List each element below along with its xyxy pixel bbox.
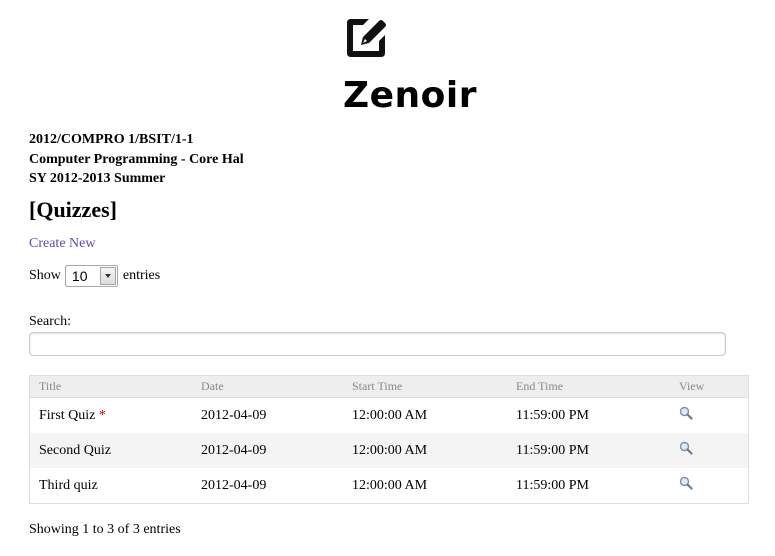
- brand-name: Zenoir: [343, 75, 477, 116]
- course-code: 2012/COMPRO 1/BSIT/1-1: [29, 132, 194, 147]
- view-cell: [670, 433, 749, 468]
- quiz-title-cell: Third quiz: [30, 468, 193, 504]
- column-header-end-time[interactable]: End Time: [507, 375, 670, 398]
- magnifier-icon[interactable]: [679, 406, 693, 420]
- column-header-view[interactable]: View: [670, 375, 749, 398]
- course-term: SY 2012-2013 Summer: [29, 171, 166, 186]
- required-marker: *: [98, 407, 106, 423]
- quiz-start-time: 12:00:00 AM: [352, 407, 428, 423]
- quiz-end-time: 11:59:00 PM: [516, 477, 589, 493]
- course-name: Computer Programming - Core Hal: [29, 151, 244, 167]
- quiz-date: 2012-04-09: [192, 433, 343, 468]
- view-cell: [670, 468, 749, 504]
- entries-select[interactable]: 10: [64, 265, 118, 287]
- table-row: First Quiz * 2012-04-09 12:00:00 AM 11:5…: [30, 398, 749, 434]
- quiz-end-time: 11:59:00 PM: [507, 433, 670, 468]
- quiz-start-time: 12:00:00 AM: [343, 433, 507, 468]
- entries-select-value: 10: [71, 268, 88, 284]
- quiz-date: 2012-04-09: [201, 477, 267, 493]
- column-header-start-time[interactable]: Start Time: [343, 375, 507, 398]
- length-menu-prefix: Show: [29, 268, 61, 283]
- view-cell: [670, 398, 749, 434]
- create-new-link[interactable]: Create New: [29, 235, 95, 253]
- column-header-title[interactable]: Title: [29, 375, 192, 398]
- page-title: [Quizzes]: [29, 197, 117, 222]
- table-row: Second Quiz 2012-04-09 12:00:00 AM 11:59…: [29, 433, 749, 468]
- quiz-end-time: 11:59:00 PM: [516, 407, 589, 423]
- table-row: Third quiz 2012-04-09 12:00:00 AM 11:59:…: [30, 468, 749, 504]
- length-menu-suffix: entries: [122, 268, 161, 283]
- chevron-down-icon[interactable]: [99, 267, 116, 285]
- course-info: 2012/COMPRO 1/BSIT/1-1 Computer Programm…: [29, 130, 244, 189]
- quiz-start-time: 12:00:00 AM: [352, 477, 428, 493]
- search-input[interactable]: [29, 332, 726, 356]
- search-label: Search:: [29, 314, 71, 329]
- quiz-title: First Quiz: [39, 407, 96, 423]
- logo-edit-icon: [343, 15, 389, 61]
- quiz-title: Third quiz: [39, 477, 98, 493]
- quiz-title-cell: Second Quiz: [29, 433, 192, 468]
- magnifier-icon[interactable]: [679, 476, 693, 490]
- length-menu: Show 10 entries: [29, 264, 160, 288]
- quizzes-table: Title Date Start Time End Time View Firs…: [29, 375, 749, 504]
- column-header-date[interactable]: Date: [192, 375, 343, 398]
- quiz-date: 2012-04-09: [201, 407, 267, 423]
- table-info: Showing 1 to 3 of 3 entries: [29, 522, 181, 537]
- quiz-title: Second Quiz: [39, 442, 111, 458]
- table-header-row: Title Date Start Time End Time View: [29, 375, 749, 398]
- magnifier-icon[interactable]: [679, 441, 693, 455]
- quiz-title-cell: First Quiz *: [30, 398, 193, 434]
